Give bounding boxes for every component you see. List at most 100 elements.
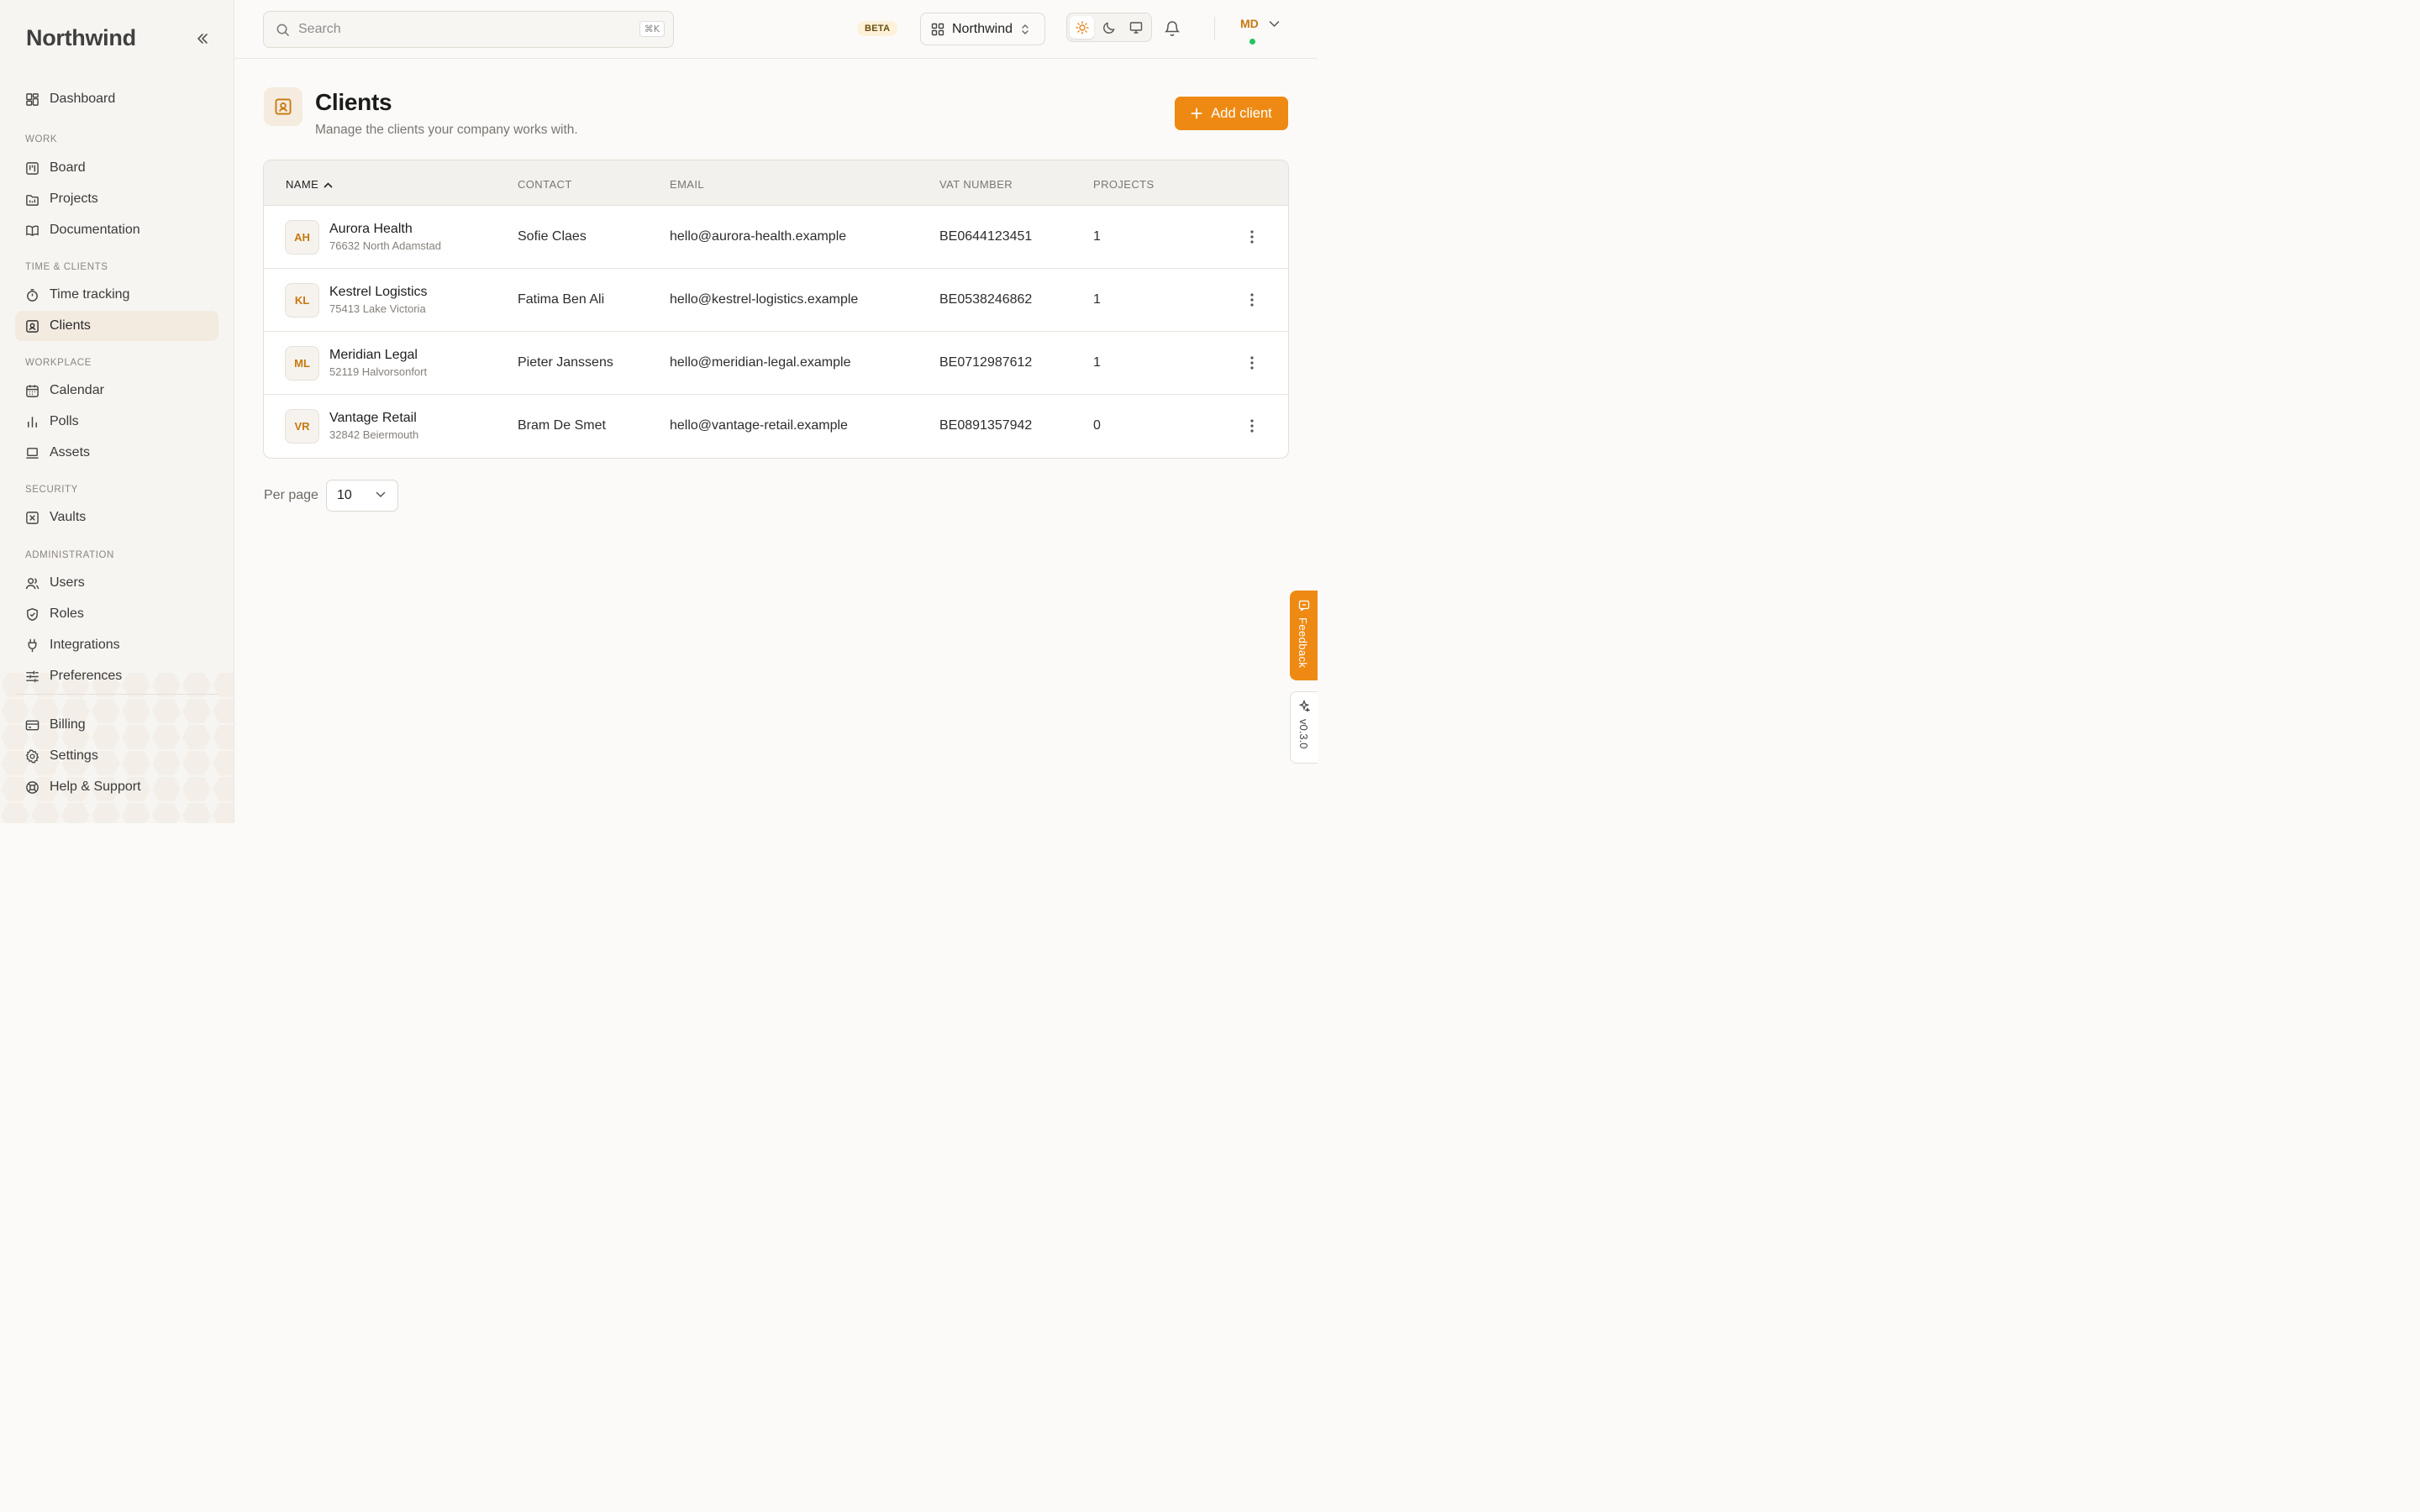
search-box[interactable]: ⌘K [263,11,674,48]
column-header-name[interactable]: NAME [286,178,333,191]
feedback-label: Feedback [1297,617,1309,669]
stopwatch-icon [27,288,38,302]
contact-card-icon [26,319,39,333]
sidebar-item-label: Polls [50,414,79,428]
per-page-label: Per page [264,488,318,502]
client-vat: BE0644123451 [939,229,1033,244]
sidebar-item-label: Documentation [50,223,140,237]
sidebar-item-documentation[interactable]: Documentation [15,215,218,245]
topbar: ⌘K BETA Northwind MD [234,0,1318,59]
sidebar: Northwind Dashboard WORK Board Projects … [0,0,234,823]
message-icon [1298,600,1310,612]
users-icon [25,577,39,589]
page-icon [264,87,302,126]
sidebar-item-settings[interactable]: Settings [15,741,218,771]
row-actions-button[interactable] [1244,228,1260,246]
sun-icon [1075,20,1089,34]
sidebar-item-label: Billing [50,717,86,732]
sidebar-item-label: Projects [50,192,98,206]
sidebar-item-time-tracking[interactable]: Time tracking [15,280,218,310]
search-input[interactable] [298,22,618,37]
client-email: hello@meridian-legal.example [670,355,851,370]
more-vertical-icon [1250,419,1254,433]
sidebar-item-label: Roles [50,606,84,621]
sidebar-item-integrations[interactable]: Integrations [15,630,218,660]
row-actions-button[interactable] [1244,291,1260,309]
sidebar-item-projects[interactable]: Projects [15,184,218,214]
client-initials-badge: AH [285,220,319,255]
sidebar-item-board[interactable]: Board [15,153,218,183]
client-projects: 1 [1093,355,1101,370]
section-label-time-clients: TIME & CLIENTS [25,262,108,272]
online-status-dot [1249,38,1256,45]
client-contact: Sofie Claes [518,229,587,244]
client-projects: 0 [1093,418,1101,433]
sidebar-item-label: Settings [50,748,98,763]
sidebar-item-assets[interactable]: Assets [15,438,218,468]
client-projects: 1 [1093,292,1101,307]
chevron-down-icon [1269,20,1280,27]
client-initials-badge: ML [285,346,319,381]
more-vertical-icon [1250,293,1254,307]
notifications-button[interactable] [1164,18,1181,41]
sidebar-item-roles[interactable]: Roles [15,599,218,629]
chevron-down-icon [376,491,386,498]
workspace-switcher[interactable]: Northwind [920,13,1045,45]
sidebar-item-users[interactable]: Users [15,568,218,598]
section-label-administration: ADMINISTRATION [25,550,114,560]
moon-icon [1103,21,1115,34]
client-name[interactable]: Vantage Retail [329,411,417,426]
sidebar-item-polls[interactable]: Polls [15,407,218,437]
sidebar-item-clients[interactable]: Clients [15,311,218,341]
sidebar-item-label: Clients [50,318,91,333]
collapse-sidebar-button[interactable] [192,28,213,50]
feedback-tab[interactable]: Feedback [1290,591,1318,680]
theme-dark-button[interactable] [1097,16,1121,39]
theme-toggle [1066,13,1152,42]
section-label-security: SECURITY [25,485,78,495]
sidebar-item-dashboard[interactable]: Dashboard [15,84,218,114]
book-icon [26,224,39,236]
sidebar-item-label: Board [50,160,86,175]
sidebar-item-help-support[interactable]: Help & Support [15,772,218,802]
client-address: 75413 Lake Victoria [329,302,426,315]
client-name[interactable]: Meridian Legal [329,348,418,363]
avatar: MD [1240,17,1259,30]
per-page-value: 10 [337,488,352,502]
topbar-separator [1214,17,1215,40]
row-actions-button[interactable] [1244,354,1260,372]
version-tab: v0.3.0 [1290,691,1318,764]
client-contact: Bram De Smet [518,418,606,433]
user-menu[interactable]: MD [1240,17,1280,45]
lifebuoy-icon [26,780,39,794]
add-client-button[interactable]: Add client [1175,97,1288,130]
table-row[interactable]: ML Meridian Legal 52119 Halvorsonfort Pi… [264,332,1288,395]
sidebar-item-label: Calendar [50,383,104,397]
gear-icon [25,748,39,764]
client-name[interactable]: Kestrel Logistics [329,285,428,300]
workspace-name: Northwind [952,21,1013,36]
client-initials-badge: KL [285,283,319,318]
client-address: 76632 North Adamstad [329,239,441,252]
theme-light-button[interactable] [1070,16,1095,39]
client-name[interactable]: Aurora Health [329,222,413,237]
column-header-contact: CONTACT [518,178,572,191]
sparkles-icon [1298,700,1310,711]
more-vertical-icon [1250,356,1254,370]
theme-system-button[interactable] [1124,16,1149,39]
sidebar-item-calendar[interactable]: Calendar [15,375,218,406]
client-contact: Fatima Ben Ali [518,292,605,307]
grid-icon [931,23,944,35]
row-actions-button[interactable] [1244,417,1260,435]
sidebar-item-billing[interactable]: Billing [15,710,218,740]
section-label-work: WORK [25,134,58,144]
clients-table: NAME CONTACT EMAIL VAT NUMBER PROJECTS A… [263,160,1289,459]
per-page-select[interactable]: 10 [326,480,398,512]
table-row[interactable]: VR Vantage Retail 32842 Beiermouth Bram … [264,395,1288,458]
table-row[interactable]: AH Aurora Health 76632 North Adamstad So… [264,206,1288,269]
sidebar-item-vaults[interactable]: Vaults [15,502,218,533]
table-row[interactable]: KL Kestrel Logistics 75413 Lake Victoria… [264,269,1288,332]
sidebar-item-preferences[interactable]: Preferences [15,661,218,691]
page-title: Clients [315,89,392,115]
shield-icon [27,607,38,621]
